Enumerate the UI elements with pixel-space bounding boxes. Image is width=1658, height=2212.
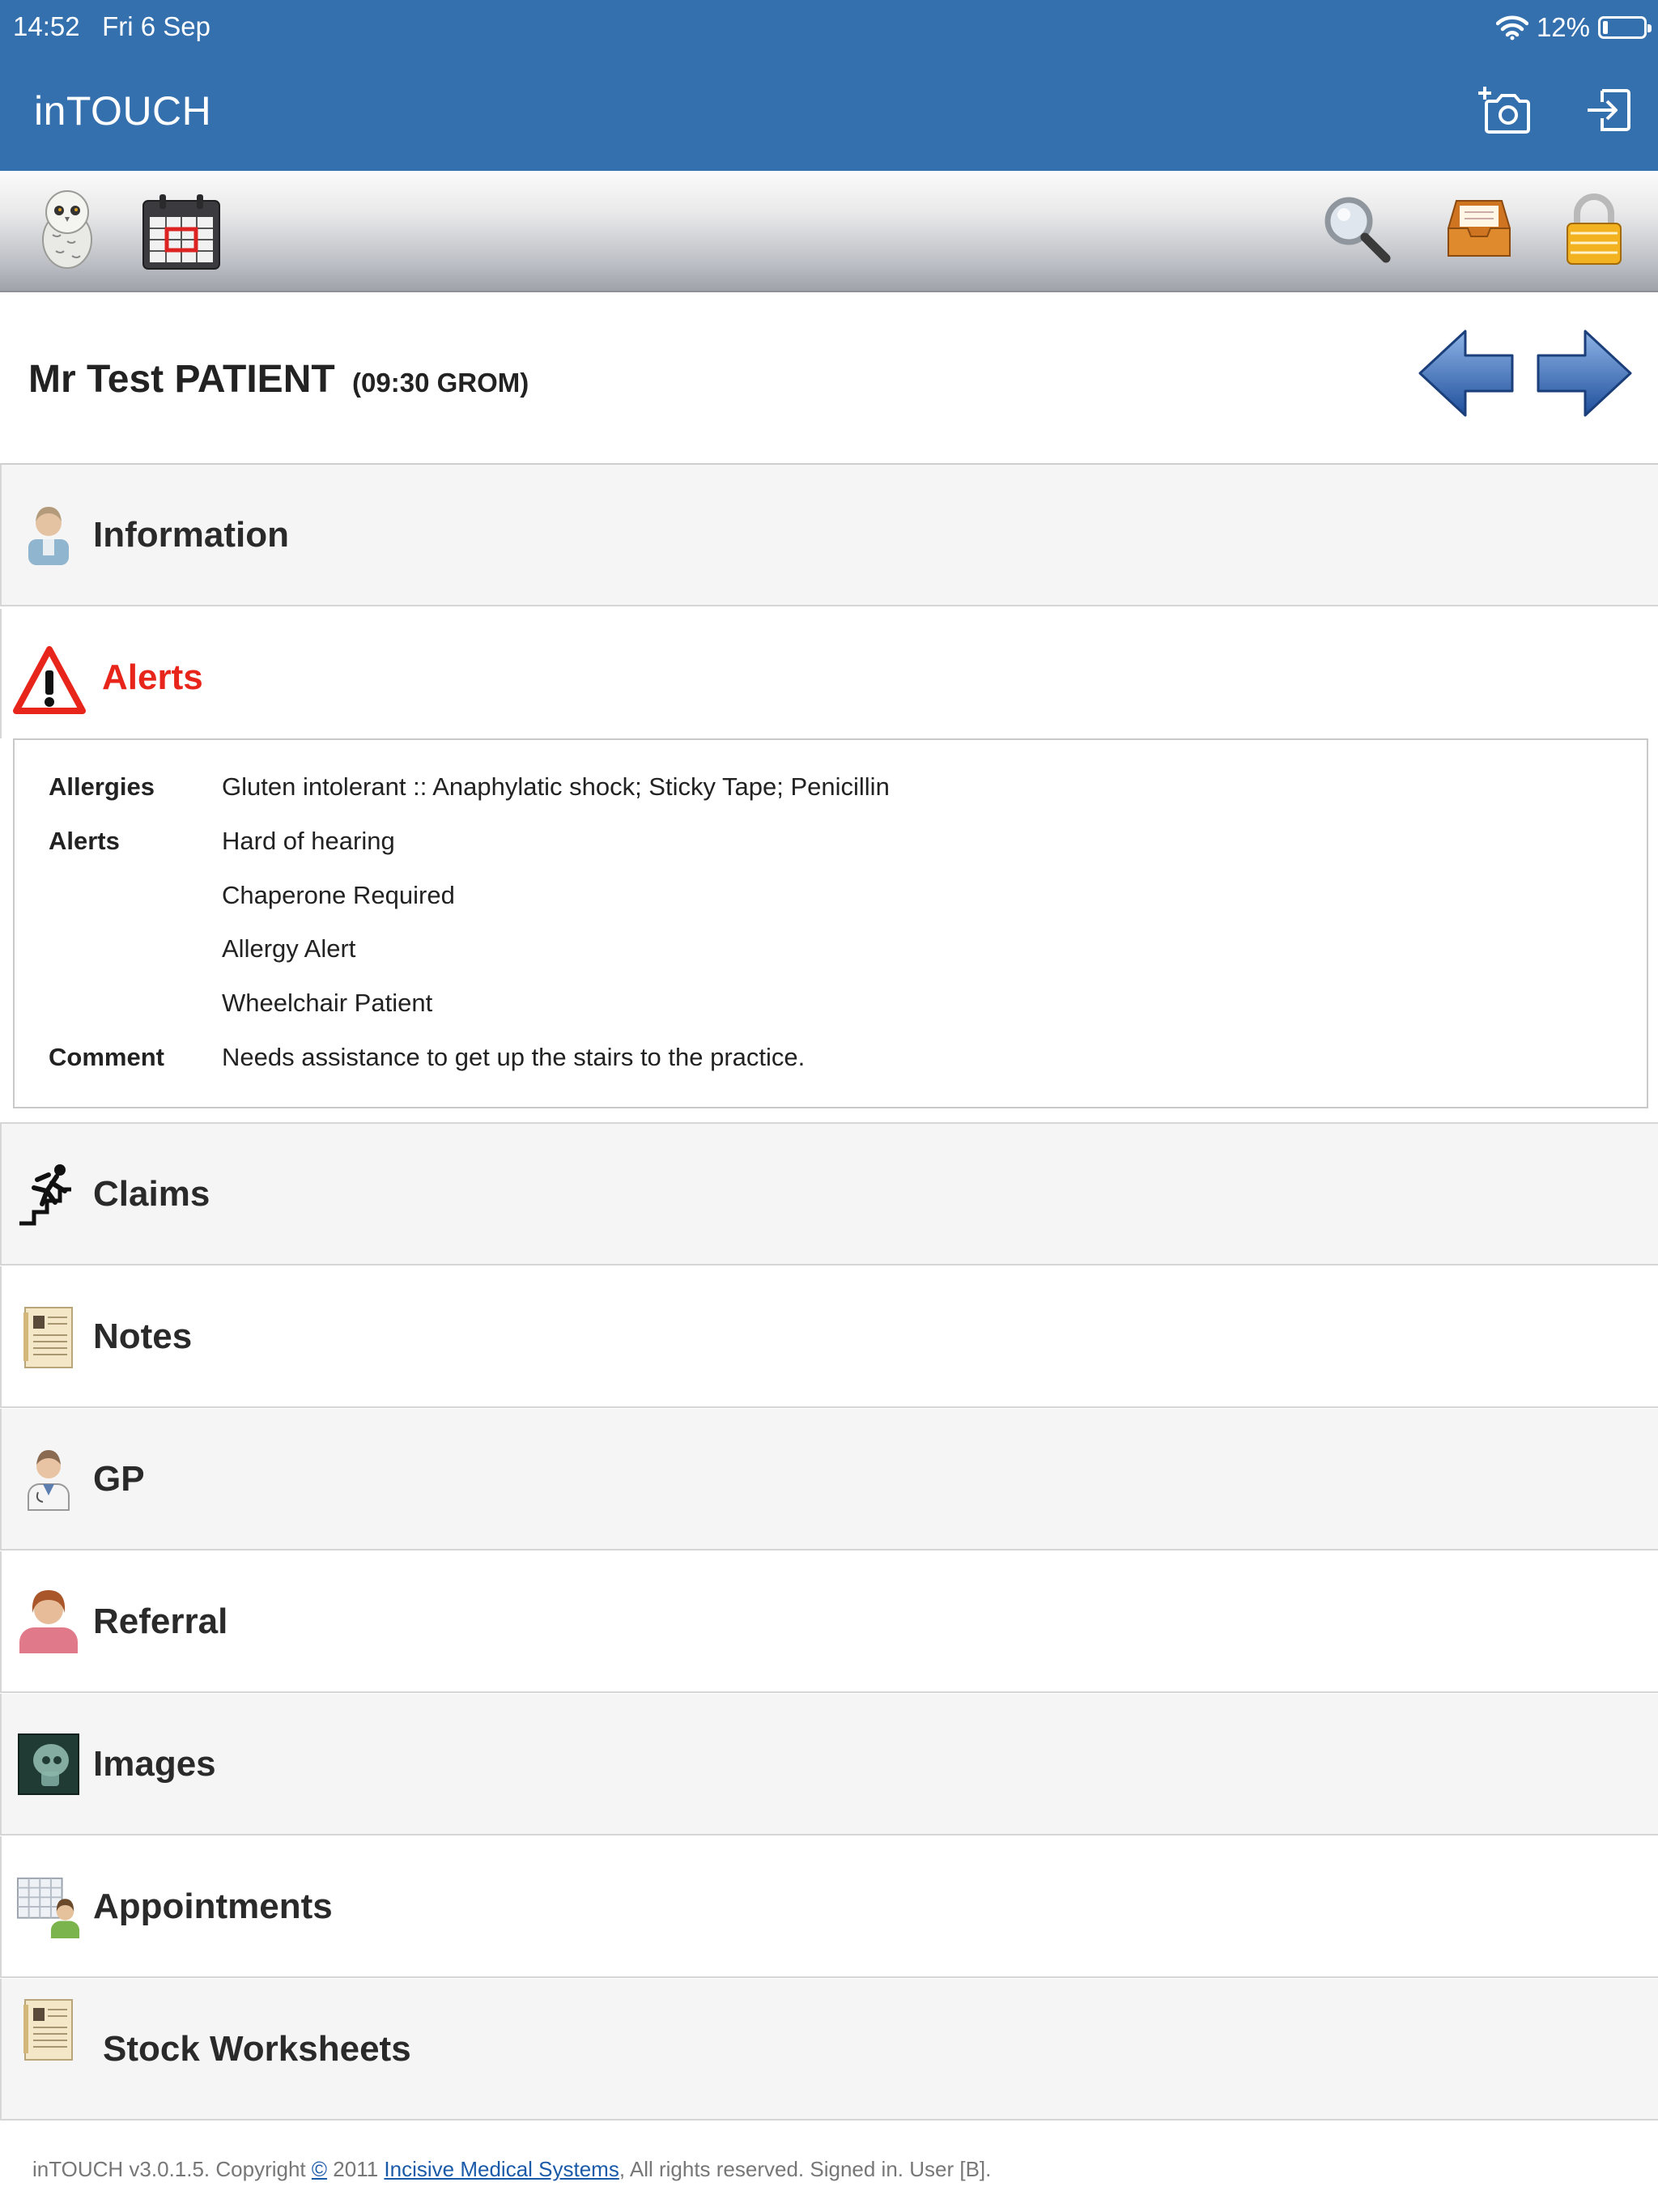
alert-item: Wheelchair Patient xyxy=(222,989,433,1017)
alerts-header[interactable]: Alerts xyxy=(0,609,1658,738)
comment-label: Comment xyxy=(49,1043,164,1071)
patient-appointment: (09:30 GROM) xyxy=(352,368,529,398)
patient-title: Mr Test PATIENT (09:30 GROM) xyxy=(28,357,529,402)
arrow-left-icon xyxy=(1418,330,1514,417)
footer-year: 2011 xyxy=(327,2157,385,2181)
section-notes-label: Notes xyxy=(93,1316,193,1356)
section-referral-label: Referral xyxy=(93,1601,228,1641)
footer-rights: , All rights reserved. Signed in. User [… xyxy=(619,2157,992,2181)
alert-item: Chaperone Required xyxy=(222,881,455,909)
previous-patient-button[interactable] xyxy=(1417,326,1517,420)
calendar-button[interactable] xyxy=(141,192,222,271)
patient-name: Mr Test PATIENT xyxy=(28,358,335,401)
patient-info-icon xyxy=(16,503,81,568)
battery-percent: 12% xyxy=(1536,12,1590,42)
logout-icon xyxy=(1588,89,1630,131)
search-icon xyxy=(1324,197,1391,263)
app-header: 14:52 Fri 6 Sep 12% inTOUCH xyxy=(0,0,1658,171)
allergies-label: Allergies xyxy=(49,772,155,801)
alerts-detail-panel: Allergies Gluten intolerant :: Anaphylat… xyxy=(13,738,1648,1108)
alerts-row: Alerts Hard of hearing xyxy=(15,827,1647,877)
section-referral[interactable]: Referral xyxy=(0,1551,1658,1693)
patient-notes-icon xyxy=(16,1304,81,1369)
status-clock: 14:52 xyxy=(13,11,80,41)
fall-hazard-icon xyxy=(16,1162,81,1227)
owl-button[interactable] xyxy=(31,182,104,273)
section-appointments-label: Appointments xyxy=(93,1886,333,1926)
company-link[interactable]: Incisive Medical Systems xyxy=(384,2157,619,2181)
section-stock-worksheets-label: Stock Worksheets xyxy=(103,2028,411,2069)
inbox-button[interactable] xyxy=(1441,190,1517,266)
comment-value: Needs assistance to get up the stairs to… xyxy=(222,1043,806,1071)
wifi-icon xyxy=(1495,15,1528,40)
section-information-label: Information xyxy=(93,514,289,555)
section-appointments[interactable]: Appointments xyxy=(0,1836,1658,1978)
status-date: Fri 6 Sep xyxy=(102,11,210,41)
next-patient-button[interactable] xyxy=(1533,326,1634,420)
section-claims[interactable]: Claims xyxy=(0,1124,1658,1266)
section-images[interactable]: Images xyxy=(0,1694,1658,1836)
section-gp[interactable]: GP xyxy=(0,1409,1658,1551)
comment-row: Comment Needs assistance to get up the s… xyxy=(15,1043,1647,1093)
xray-icon xyxy=(16,1732,81,1797)
alerts-label: Alerts xyxy=(49,827,120,855)
search-button[interactable] xyxy=(1318,190,1394,266)
status-indicators: 12% xyxy=(1495,11,1652,44)
alerts-row: Allergy Alert xyxy=(15,934,1647,985)
battery-icon xyxy=(1598,16,1652,39)
padlock-icon xyxy=(1567,194,1622,265)
add-photo-icon xyxy=(1478,87,1530,134)
alerts-row: Chaperone Required xyxy=(15,881,1647,931)
allergies-row: Allergies Gluten intolerant :: Anaphylat… xyxy=(15,772,1647,823)
copyright-link[interactable]: © xyxy=(312,2157,327,2181)
section-stock-worksheets[interactable]: Stock Worksheets xyxy=(0,1979,1658,2121)
alerts-row: Wheelchair Patient xyxy=(15,989,1647,1039)
battery-fill xyxy=(1603,21,1608,34)
section-claims-label: Claims xyxy=(93,1173,210,1214)
alert-item: Allergy Alert xyxy=(222,934,356,963)
worksheet-icon xyxy=(16,1997,81,2061)
alerts-title: Alerts xyxy=(102,657,203,697)
status-time: 14:52 Fri 6 Sep xyxy=(13,11,210,42)
lock-button[interactable] xyxy=(1556,189,1632,270)
doctor-icon xyxy=(16,1447,81,1512)
section-images-label: Images xyxy=(93,1743,216,1784)
calendar-icon xyxy=(142,194,220,270)
appointments-icon xyxy=(16,1874,81,1939)
patient-header: Mr Test PATIENT (09:30 GROM) xyxy=(0,292,1658,465)
footer: inTOUCH v3.0.1.5. Copyright © 2011 Incis… xyxy=(32,2157,991,2182)
arrow-right-icon xyxy=(1537,330,1632,417)
alert-item: Hard of hearing xyxy=(222,827,395,855)
app-title: inTOUCH xyxy=(34,88,212,134)
add-photo-button[interactable] xyxy=(1476,81,1534,139)
inbox-tray-icon xyxy=(1448,200,1511,257)
referral-person-icon xyxy=(16,1589,81,1654)
warning-icon xyxy=(13,644,86,717)
section-gp-label: GP xyxy=(93,1458,145,1499)
owl-icon xyxy=(42,190,92,269)
section-notes[interactable]: Notes xyxy=(0,1266,1658,1408)
allergies-value: Gluten intolerant :: Anaphylatic shock; … xyxy=(222,772,890,801)
logout-button[interactable] xyxy=(1579,81,1638,139)
section-information[interactable]: Information xyxy=(0,465,1658,606)
toolbar xyxy=(0,171,1658,292)
footer-version: inTOUCH v3.0.1.5. Copyright xyxy=(32,2157,312,2181)
